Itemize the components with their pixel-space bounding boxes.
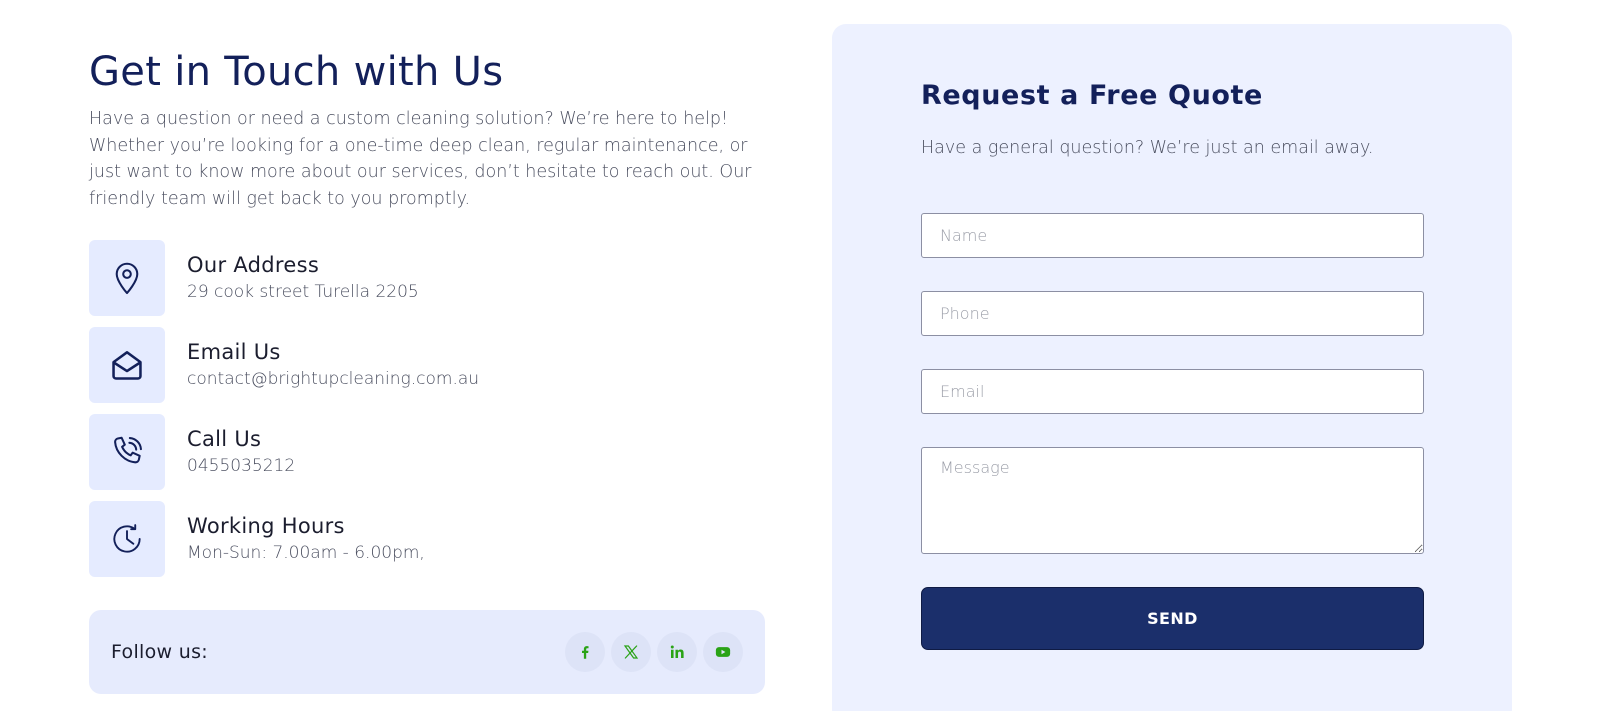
linkedin-icon[interactable] xyxy=(657,632,697,672)
facebook-icon[interactable] xyxy=(565,632,605,672)
info-title: Email Us xyxy=(187,340,281,364)
name-input[interactable] xyxy=(921,213,1424,258)
message-textarea[interactable] xyxy=(921,447,1424,554)
info-item-email: Email Us contact@brightupcleaning.com.au xyxy=(89,327,765,403)
info-value[interactable]: contact@brightupcleaning.com.au xyxy=(187,366,479,392)
quote-form-card: Request a Free Quote Have a general ques… xyxy=(832,24,1512,711)
quote-title: Request a Free Quote xyxy=(921,80,1263,111)
info-item-phone: Call Us 0455035212 xyxy=(89,414,765,490)
x-icon[interactable] xyxy=(611,632,651,672)
email-input[interactable] xyxy=(921,369,1424,414)
location-pin-icon xyxy=(89,240,165,316)
info-list: Our Address 29 cook street Turella 2205 … xyxy=(89,240,765,577)
info-item-hours: Working Hours Mon-Sun: 7.00am - 6.00pm, xyxy=(89,501,765,577)
follow-us-bar: Follow us: xyxy=(89,610,765,694)
info-title: Our Address xyxy=(187,253,320,277)
clock-icon xyxy=(89,501,165,577)
info-value[interactable]: 0455035212 xyxy=(187,453,295,479)
info-value: 29 cook street Turella 2205 xyxy=(187,282,419,302)
youtube-icon[interactable] xyxy=(703,632,743,672)
info-value: Mon-Sun: 7.00am - 6.00pm, xyxy=(187,543,425,563)
follow-label: Follow us: xyxy=(111,641,208,663)
phone-icon xyxy=(89,414,165,490)
quote-subtitle: Have a general question? We’re just an e… xyxy=(921,138,1374,158)
info-title: Working Hours xyxy=(187,514,345,538)
page-title: Get in Touch with Us xyxy=(89,49,504,95)
contact-info: Get in Touch with Us Have a question or … xyxy=(89,44,765,588)
info-item-address: Our Address 29 cook street Turella 2205 xyxy=(89,240,765,316)
envelope-icon xyxy=(89,327,165,403)
intro-text: Have a question or need a custom cleanin… xyxy=(89,109,752,209)
social-links xyxy=(565,632,743,672)
phone-input[interactable] xyxy=(921,291,1424,336)
info-title: Call Us xyxy=(187,427,262,451)
send-button[interactable]: SEND xyxy=(921,587,1424,650)
contact-section: Get in Touch with Us Have a question or … xyxy=(0,0,1600,711)
